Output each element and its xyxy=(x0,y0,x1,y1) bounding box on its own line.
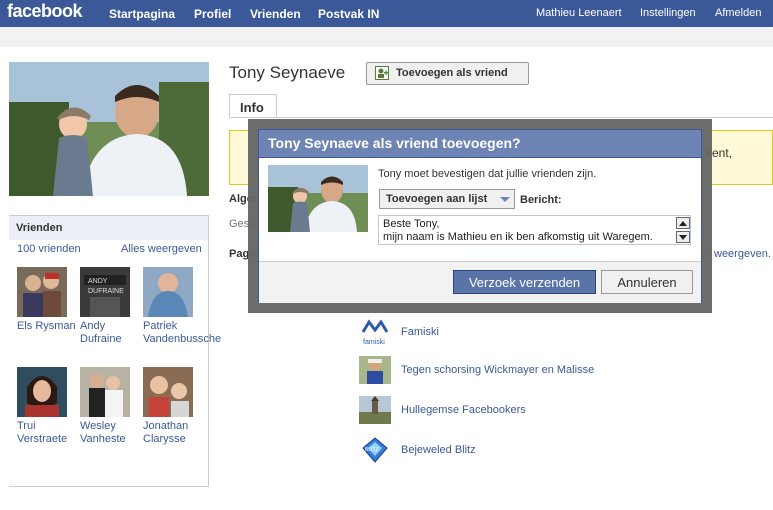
nav-vrienden[interactable]: Vrienden xyxy=(250,7,301,21)
friend-name[interactable]: Andy Dufraine xyxy=(80,320,142,346)
nav-instellingen[interactable]: Instellingen xyxy=(640,7,696,19)
facebook-logo[interactable]: facebook xyxy=(7,1,83,22)
add-to-list-dropdown[interactable]: Toevoegen aan lijst xyxy=(379,189,515,209)
friends-box-title: Vrienden xyxy=(16,222,63,234)
friend-name[interactable]: Patriek Vandenbussche xyxy=(143,320,221,346)
add-friend-button[interactable]: Toevoegen als vriend xyxy=(366,62,529,85)
friend-item[interactable]: Wesley Vanheste xyxy=(80,367,142,446)
scroll-down-icon xyxy=(679,235,687,240)
scroll-up-button[interactable] xyxy=(676,217,690,229)
textarea-line: mijn naam is Mathieu en ik ben afkomstig… xyxy=(383,231,653,243)
page-label[interactable]: Tegen schorsing Wickmayer en Malisse xyxy=(401,364,594,376)
friend-thumbnail[interactable] xyxy=(17,367,67,417)
page-label[interactable]: Famiski xyxy=(401,326,439,338)
header-band xyxy=(0,27,773,47)
friend-thumbnail[interactable] xyxy=(17,267,67,317)
dialog-title-bar: Tony Seynaeve als vriend toevoegen? xyxy=(259,130,701,158)
friend-name[interactable]: Wesley Vanheste xyxy=(80,420,142,446)
friend-thumbnail[interactable] xyxy=(80,367,130,417)
dropdown-arrow-icon xyxy=(500,197,510,202)
svg-text:ANDY: ANDY xyxy=(88,278,108,285)
scroll-down-button[interactable] xyxy=(676,231,690,243)
friend-thumbnail[interactable] xyxy=(143,367,193,417)
tab-divider xyxy=(229,117,773,118)
friend-name[interactable]: Trui Verstraete xyxy=(17,420,79,446)
nav-profiel[interactable]: Profiel xyxy=(194,7,231,21)
friend-name[interactable]: Jonathan Clarysse xyxy=(143,420,205,446)
top-navigation-bar: facebook Startpagina Profiel Vrienden Po… xyxy=(0,0,773,27)
send-request-label: Verzoek verzenden xyxy=(468,275,581,290)
svg-text:famiski: famiski xyxy=(363,339,385,346)
nav-afmelden[interactable]: Afmelden xyxy=(715,7,761,19)
hullegem-page-icon[interactable] xyxy=(359,396,391,424)
famiski-icon[interactable]: famiski xyxy=(359,318,391,346)
tab-info-label: Info xyxy=(240,100,264,115)
friend-name[interactable]: Els Rysman xyxy=(17,320,79,333)
friends-box: Vrienden 100 vrienden Alles weergeven El… xyxy=(9,215,221,487)
message-label: Bericht: xyxy=(520,194,562,206)
message-textarea[interactable]: Beste Tony, mijn naam is Mathieu en ik b… xyxy=(378,215,691,245)
nav-startpagina[interactable]: Startpagina xyxy=(109,7,175,21)
dialog-message: Tony moet bevestigen dat jullie vrienden… xyxy=(378,168,597,180)
friend-item[interactable]: Trui Verstraete xyxy=(17,367,79,446)
add-friend-dialog: Tony Seynaeve als vriend toevoegen? Tony… xyxy=(258,129,702,303)
friend-thumbnail[interactable] xyxy=(143,267,193,317)
add-friend-label: Toevoegen als vriend xyxy=(396,67,508,79)
friend-item[interactable]: Els Rysman xyxy=(17,267,79,333)
bejeweled-blitz-icon[interactable]: BLITZ xyxy=(359,436,391,464)
friend-thumbnail[interactable]: ANDY DUFRAINE xyxy=(80,267,130,317)
svg-text:DUFRAINE: DUFRAINE xyxy=(88,288,124,295)
page-label[interactable]: Hullegemse Facebookers xyxy=(401,404,526,416)
send-request-button[interactable]: Verzoek verzenden xyxy=(453,270,596,294)
nav-postvak-in[interactable]: Postvak IN xyxy=(318,7,379,21)
friend-item[interactable]: Jonathan Clarysse xyxy=(143,367,205,446)
friends-box-header: Vrienden xyxy=(9,215,208,240)
cancel-label: Annuleren xyxy=(617,275,677,290)
add-friend-icon xyxy=(375,66,389,83)
add-to-list-label: Toevoegen aan lijst xyxy=(386,193,488,205)
friend-item[interactable]: ANDY DUFRAINE Andy Dufraine xyxy=(80,267,142,346)
profile-name: Tony Seynaeve xyxy=(229,63,346,82)
textarea-line: Beste Tony, xyxy=(383,218,440,230)
nav-user-name[interactable]: Mathieu Leenaert xyxy=(536,7,622,19)
page-label[interactable]: Bejeweled Blitz xyxy=(401,444,476,456)
dialog-title: Tony Seynaeve als vriend toevoegen? xyxy=(268,135,521,151)
friends-count-link[interactable]: 100 vrienden xyxy=(17,243,81,255)
pages-show-all-link[interactable]: weergeven. xyxy=(714,248,771,260)
tennis-page-icon[interactable] xyxy=(359,356,391,384)
profile-photo[interactable] xyxy=(9,62,209,196)
svg-text:BLITZ: BLITZ xyxy=(365,447,379,453)
tab-info[interactable]: Info xyxy=(229,94,277,118)
cancel-button[interactable]: Annuleren xyxy=(601,270,693,294)
friend-item[interactable]: Patriek Vandenbussche xyxy=(143,267,221,346)
dialog-profile-photo xyxy=(268,165,368,232)
friends-show-all-link[interactable]: Alles weergeven xyxy=(121,243,202,255)
scroll-up-icon xyxy=(679,221,687,226)
